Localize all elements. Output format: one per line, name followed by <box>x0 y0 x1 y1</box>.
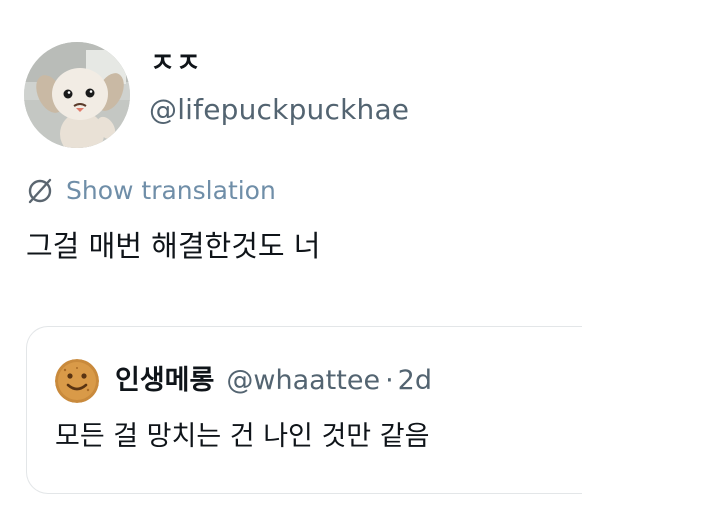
quote-author-handle[interactable]: @whaattee <box>226 363 380 399</box>
quote-author-avatar[interactable] <box>55 359 99 403</box>
author-avatar[interactable] <box>24 42 130 148</box>
author-handle[interactable]: @lifepuckpuckhae <box>149 92 409 128</box>
show-translation-button[interactable]: Show translation <box>26 174 276 208</box>
quote-separator: · <box>385 365 394 396</box>
show-translation-label: Show translation <box>66 176 276 205</box>
quote-text: 모든 걸 망치는 건 나인 것만 같음 <box>55 421 430 452</box>
quote-timestamp[interactable]: 2d <box>398 363 432 399</box>
tweet-text: 그걸 매번 해결한것도 너 <box>26 229 321 263</box>
smiling-cookie-avatar-icon <box>55 359 99 403</box>
puppy-character-avatar-icon <box>24 42 130 148</box>
quoted-tweet-card[interactable]: 인생메롱 @whaattee · 2d 모든 걸 망치는 건 나인 것만 같음 <box>26 326 582 494</box>
quote-author-display-name[interactable]: 인생메롱 <box>115 363 214 399</box>
globe-icon <box>28 178 52 204</box>
author-display-name[interactable]: ㅈㅈ <box>150 48 202 80</box>
quote-header: 인생메롱 @whaattee · 2d <box>115 363 432 399</box>
